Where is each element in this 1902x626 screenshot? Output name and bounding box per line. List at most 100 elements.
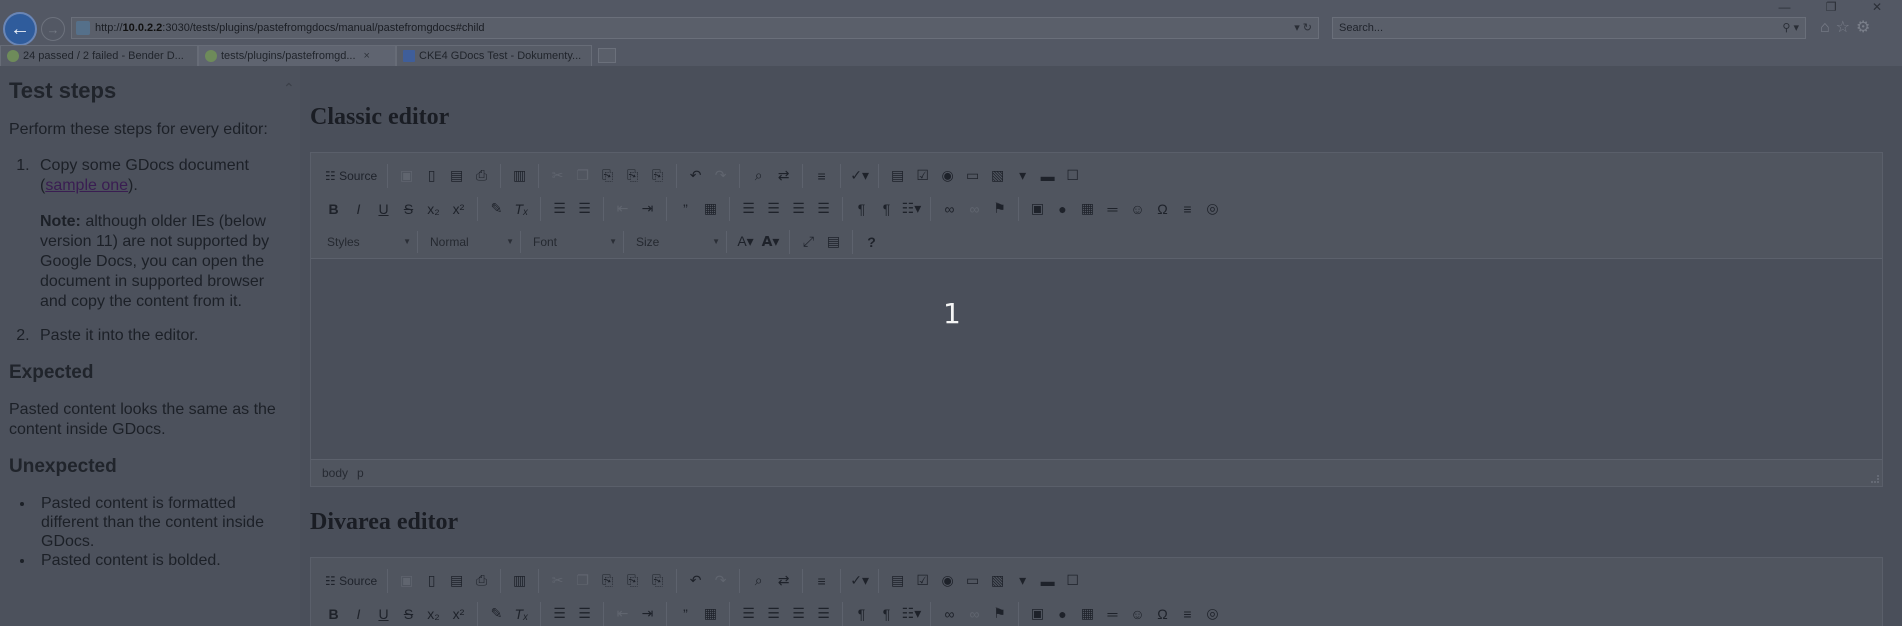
- paste-word-icon[interactable]: ⎘: [645, 164, 670, 188]
- replace-icon[interactable]: ⇄: [771, 569, 796, 593]
- unlink-icon[interactable]: ∞: [962, 602, 987, 626]
- subscript-icon[interactable]: x₂: [421, 197, 446, 221]
- page-break-icon[interactable]: ≡: [1175, 602, 1200, 626]
- align-left-icon[interactable]: ☰: [736, 602, 761, 626]
- preview-icon[interactable]: ▤: [444, 569, 469, 593]
- resize-handle[interactable]: [1871, 475, 1879, 483]
- anchor-icon[interactable]: ⚑: [987, 602, 1012, 626]
- anchor-icon[interactable]: ⚑: [987, 197, 1012, 221]
- select-all-icon[interactable]: ≡: [809, 164, 834, 188]
- textarea-icon[interactable]: ▧: [985, 164, 1010, 188]
- cut-icon[interactable]: ✂: [545, 164, 570, 188]
- bold-icon[interactable]: B: [321, 197, 346, 221]
- back-button[interactable]: ←: [3, 12, 37, 46]
- templates-icon[interactable]: ▥: [507, 164, 532, 188]
- undo-icon[interactable]: ↶: [683, 569, 708, 593]
- language-icon[interactable]: ☷▾: [899, 602, 924, 626]
- copy-format-icon[interactable]: ✎: [484, 602, 509, 626]
- indent-icon[interactable]: ⇥: [635, 197, 660, 221]
- path-item-body[interactable]: body: [322, 466, 348, 480]
- div-icon[interactable]: ▦: [698, 602, 723, 626]
- path-item-p[interactable]: p: [357, 466, 364, 480]
- copy-format-icon[interactable]: ✎: [484, 197, 509, 221]
- blockquote-icon[interactable]: ”: [673, 602, 698, 626]
- bold-icon[interactable]: B: [321, 602, 346, 626]
- bg-color-icon[interactable]: 𝗔▾: [758, 230, 783, 254]
- templates-icon[interactable]: ▥: [507, 569, 532, 593]
- spellcheck-icon[interactable]: ✓▾: [847, 569, 872, 593]
- forward-button[interactable]: →: [41, 17, 65, 41]
- iframe-icon[interactable]: ◎: [1200, 602, 1225, 626]
- help-icon[interactable]: ?: [859, 230, 884, 254]
- align-center-icon[interactable]: ☰: [761, 602, 786, 626]
- image-icon[interactable]: ▣: [1025, 602, 1050, 626]
- tab-pastefromgdocs[interactable]: tests/plugins/pastefromgd... ×: [198, 45, 396, 66]
- maximize-icon[interactable]: ⤢: [796, 230, 821, 254]
- home-icon[interactable]: ⌂: [1820, 19, 1836, 36]
- size-dropdown[interactable]: Size ▼: [630, 230, 727, 253]
- italic-icon[interactable]: I: [346, 197, 371, 221]
- rtl-icon[interactable]: ¶: [874, 197, 899, 221]
- star-icon[interactable]: ☆: [1836, 19, 1856, 36]
- show-blocks-icon[interactable]: ▤: [821, 230, 846, 254]
- remove-format-icon[interactable]: Tₓ: [509, 602, 534, 626]
- text-color-icon[interactable]: A▾: [733, 230, 758, 254]
- paste-word-icon[interactable]: ⎘: [645, 569, 670, 593]
- justify-icon[interactable]: ☰: [811, 602, 836, 626]
- paste-icon[interactable]: ⎘: [595, 569, 620, 593]
- font-dropdown[interactable]: Font ▼: [527, 230, 624, 253]
- search-icon[interactable]: ⚲ ▾: [1782, 21, 1799, 34]
- form-icon[interactable]: ▤: [885, 569, 910, 593]
- find-icon[interactable]: ⌕: [746, 164, 771, 188]
- remove-format-icon[interactable]: Tₓ: [509, 197, 534, 221]
- button-icon[interactable]: ▬: [1035, 164, 1060, 188]
- redo-icon[interactable]: ↷: [708, 164, 733, 188]
- select-all-icon[interactable]: ≡: [809, 569, 834, 593]
- sample-link[interactable]: sample one: [45, 177, 128, 194]
- align-right-icon[interactable]: ☰: [786, 602, 811, 626]
- cut-icon[interactable]: ✂: [545, 569, 570, 593]
- blockquote-icon[interactable]: ”: [673, 197, 698, 221]
- iframe-icon[interactable]: ◎: [1200, 197, 1225, 221]
- align-right-icon[interactable]: ☰: [786, 197, 811, 221]
- italic-icon[interactable]: I: [346, 602, 371, 626]
- undo-icon[interactable]: ↶: [683, 164, 708, 188]
- find-icon[interactable]: ⌕: [746, 569, 771, 593]
- indent-icon[interactable]: ⇥: [635, 602, 660, 626]
- radio-icon[interactable]: ◉: [935, 569, 960, 593]
- horizontal-rule-icon[interactable]: ═: [1100, 602, 1125, 626]
- new-page-icon[interactable]: ▯: [419, 569, 444, 593]
- horizontal-rule-icon[interactable]: ═: [1100, 197, 1125, 221]
- textfield-icon[interactable]: ▭: [960, 569, 985, 593]
- bulleted-list-icon[interactable]: ☰: [572, 197, 597, 221]
- button-icon[interactable]: ▬: [1035, 569, 1060, 593]
- address-bar[interactable]: http://10.0.2.2:3030/tests/plugins/paste…: [71, 17, 1319, 39]
- flash-icon[interactable]: ●: [1050, 602, 1075, 626]
- paste-text-icon[interactable]: ⎘: [620, 569, 645, 593]
- strike-icon[interactable]: S: [396, 197, 421, 221]
- image-button-icon[interactable]: ☐: [1060, 164, 1085, 188]
- checkbox-icon[interactable]: ☑: [910, 164, 935, 188]
- align-center-icon[interactable]: ☰: [761, 197, 786, 221]
- tab-gdocs[interactable]: CKE4 GDocs Test - Dokumenty...: [396, 45, 592, 66]
- superscript-icon[interactable]: x²: [446, 602, 471, 626]
- spellcheck-icon[interactable]: ✓▾: [847, 164, 872, 188]
- checkbox-icon[interactable]: ☑: [910, 569, 935, 593]
- form-icon[interactable]: ▤: [885, 164, 910, 188]
- link-icon[interactable]: ∞: [937, 197, 962, 221]
- table-icon[interactable]: ▦: [1075, 197, 1100, 221]
- smiley-icon[interactable]: ☺: [1125, 602, 1150, 626]
- flash-icon[interactable]: ●: [1050, 197, 1075, 221]
- bulleted-list-icon[interactable]: ☰: [572, 602, 597, 626]
- window-controls[interactable]: — ❐ ✕: [1779, 0, 1898, 14]
- underline-icon[interactable]: U: [371, 197, 396, 221]
- styles-dropdown[interactable]: Styles ▼: [321, 230, 418, 253]
- special-char-icon[interactable]: Ω: [1150, 197, 1175, 221]
- new-tab-button[interactable]: [598, 48, 616, 63]
- preview-icon[interactable]: ▤: [444, 164, 469, 188]
- chevron-up-icon[interactable]: ⌃: [283, 80, 295, 97]
- print-icon[interactable]: ⎙: [469, 164, 494, 188]
- outdent-icon[interactable]: ⇤: [610, 602, 635, 626]
- select-icon[interactable]: ▾: [1010, 164, 1035, 188]
- table-icon[interactable]: ▦: [1075, 602, 1100, 626]
